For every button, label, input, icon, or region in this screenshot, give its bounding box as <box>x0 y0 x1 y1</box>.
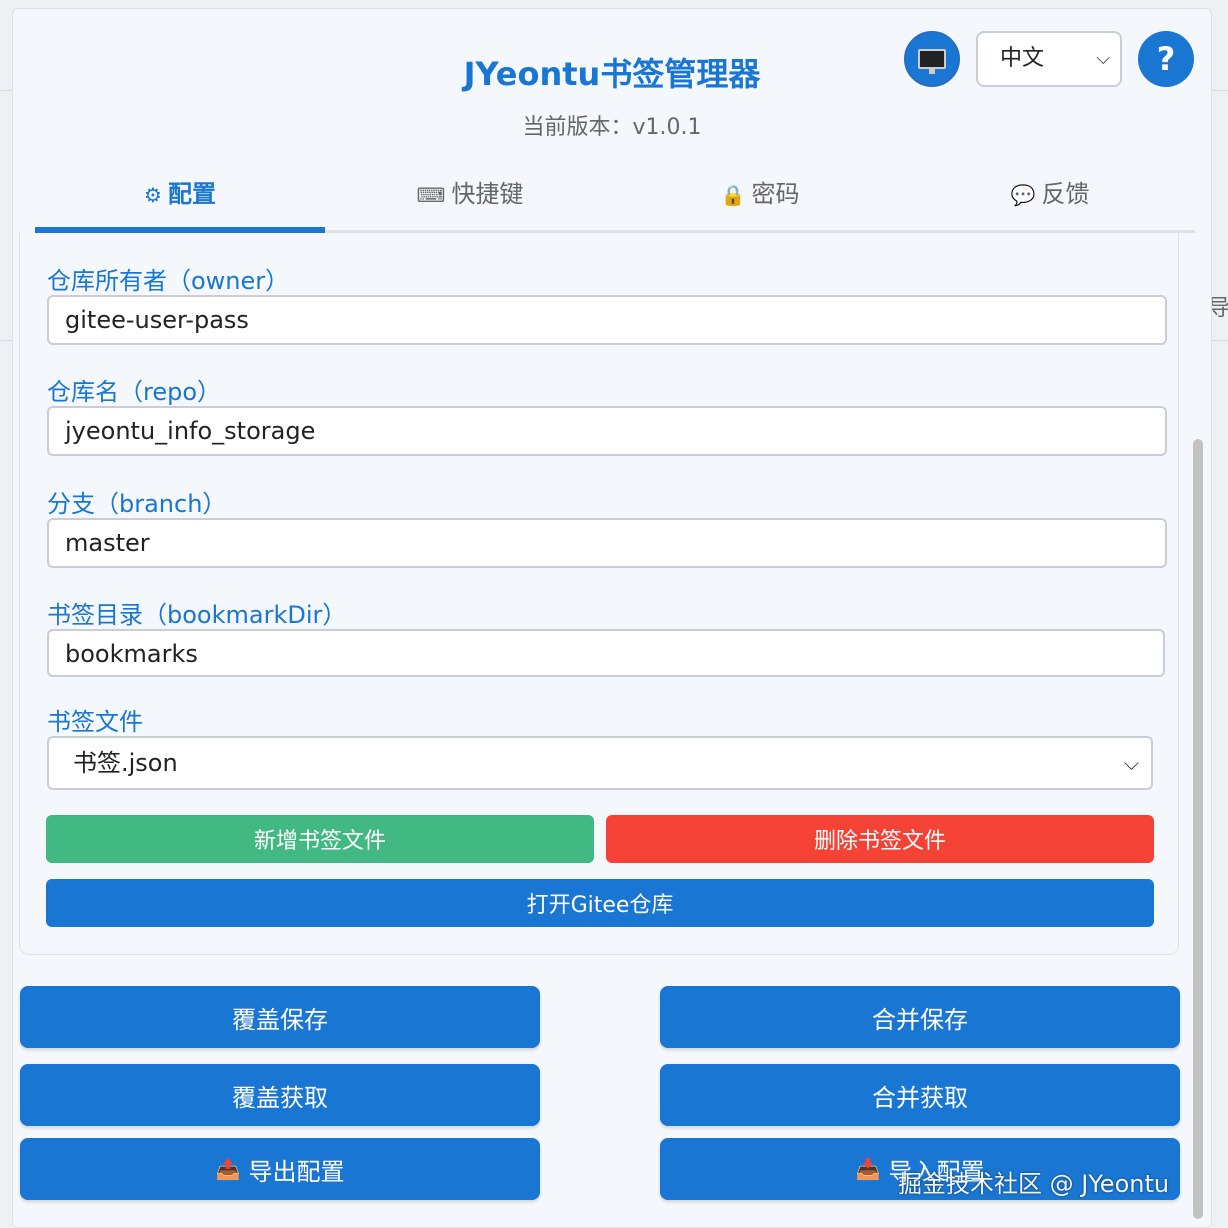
branch-label: 分支（branch） <box>47 490 227 518</box>
version-info: 当前版本：v1.0.1 <box>13 109 1211 141</box>
tab-label: 快捷键 <box>451 180 524 208</box>
merge-fetch-button[interactable]: 合并获取 <box>660 1064 1180 1126</box>
version-value: v1.0.1 <box>632 115 702 140</box>
owner-label: 仓库所有者（owner） <box>47 267 290 295</box>
bookmark-dir-input[interactable]: bookmarks <box>47 629 1165 677</box>
language-select[interactable]: 中文 ⌵ <box>976 31 1122 87</box>
language-value: 中文 <box>1000 46 1045 71</box>
tab-config[interactable]: ⚙ 配置 <box>35 169 325 233</box>
bookmark-file-label: 书签文件 <box>47 708 143 736</box>
tab-shortcuts[interactable]: ⌨ 快捷键 <box>325 169 615 233</box>
tab-label: 配置 <box>167 180 216 208</box>
tab-feedback[interactable]: 💬 反馈 <box>905 169 1195 233</box>
help-button[interactable]: ? <box>1138 31 1194 87</box>
tab-label: 反馈 <box>1041 180 1090 208</box>
repo-input[interactable]: jyeontu_info_storage <box>47 406 1167 456</box>
open-gitee-repo-button[interactable]: 打开Gitee仓库 <box>46 879 1154 927</box>
bookmark-file-value: 书签.json <box>73 749 178 777</box>
inbox-tray-icon: 📤 <box>215 1157 241 1181</box>
lock-icon: 🔒 <box>720 183 746 207</box>
keyboard-icon: ⌨ <box>416 183 446 207</box>
inbox-tray-icon: 📥 <box>855 1157 881 1181</box>
bookmark-manager-panel: JYeontu书签管理器 当前版本：v1.0.1 中文 ⌵ ? ⚙ 配置 ⌨ 快捷键… <box>12 8 1212 1228</box>
export-config-label: 导出配置 <box>248 1157 345 1186</box>
delete-bookmark-file-button[interactable]: 删除书签文件 <box>606 815 1154 863</box>
tab-bar: ⚙ 配置 ⌨ 快捷键 🔒 密码 💬 反馈 <box>35 169 1195 233</box>
bookmark-file-select[interactable]: 书签.json ⌵ <box>47 736 1153 790</box>
gear-icon: ⚙ <box>144 183 162 207</box>
chevron-down-icon: ⌵ <box>1123 751 1139 775</box>
export-config-button[interactable]: 📤 导出配置 <box>20 1138 540 1200</box>
scrollbar-thumb[interactable] <box>1193 439 1203 1219</box>
merge-save-button[interactable]: 合并保存 <box>660 986 1180 1048</box>
version-label: 当前版本： <box>522 115 633 140</box>
overwrite-save-button[interactable]: 覆盖保存 <box>20 986 540 1048</box>
add-bookmark-file-button[interactable]: 新增书签文件 <box>46 815 594 863</box>
header: JYeontu书签管理器 当前版本：v1.0.1 中文 ⌵ ? <box>13 9 1211 159</box>
bookmark-dir-label: 书签目录（bookmarkDir） <box>47 601 347 629</box>
chevron-down-icon: ⌵ <box>1096 48 1110 69</box>
repo-label: 仓库名（repo） <box>47 378 222 406</box>
branch-input[interactable]: master <box>47 518 1167 568</box>
monitor-icon <box>918 49 946 74</box>
tab-label: 密码 <box>751 180 800 208</box>
monitor-button[interactable] <box>904 31 960 87</box>
tab-password[interactable]: 🔒 密码 <box>615 169 905 233</box>
owner-input[interactable]: gitee-user-pass <box>47 295 1167 345</box>
overwrite-fetch-button[interactable]: 覆盖获取 <box>20 1064 540 1126</box>
speech-bubble-icon: 💬 <box>1010 183 1036 207</box>
watermark: 掘金技术社区 @ JYeontu <box>898 1170 1170 1198</box>
